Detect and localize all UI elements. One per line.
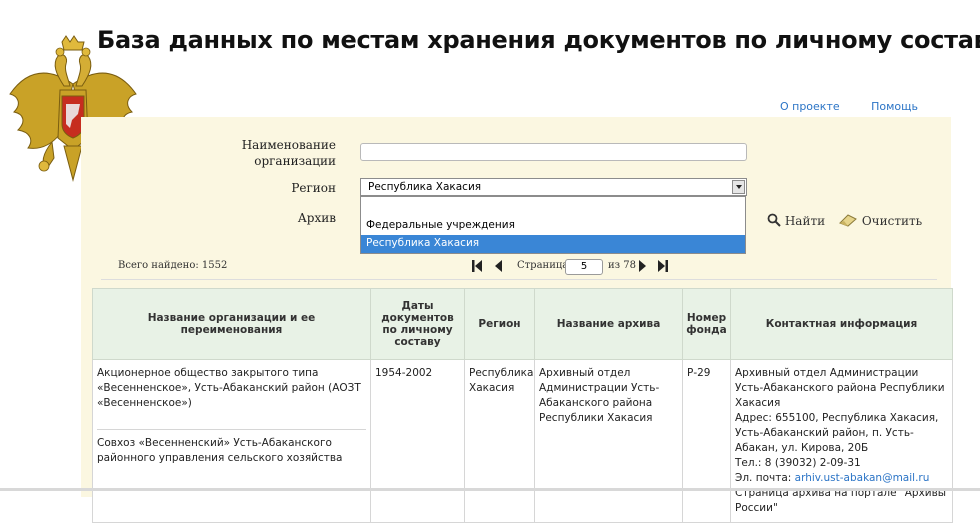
- cell-org: Акционерное общество закрытого типа «Вес…: [92, 359, 371, 523]
- last-page-icon[interactable]: [658, 260, 668, 272]
- cell-contacts: Архивный отдел Администрации Усть-Абакан…: [730, 359, 953, 523]
- search-icon: [767, 213, 781, 227]
- prev-page-icon[interactable]: [494, 260, 504, 272]
- contact-email-line: Эл. почта: arhiv.ust-abakan@mail.ru: [735, 471, 948, 486]
- contact-archive: Архивный отдел Администрации Усть-Абакан…: [735, 367, 945, 409]
- col-fond: Номер фонда: [682, 288, 731, 360]
- region-option-federal[interactable]: Федеральные учреждения: [361, 217, 745, 235]
- contact-email-label: Эл. почта:: [735, 472, 795, 484]
- found-count: Всего найдено: 1552: [118, 260, 228, 271]
- region-dropdown: Федеральные учреждения Республика Хакаси…: [360, 196, 746, 254]
- contact-phone: Тел.: 8 (39032) 2-09-31: [735, 457, 861, 469]
- next-page-icon[interactable]: [637, 260, 647, 272]
- region-label: Регион: [291, 181, 336, 195]
- archive-label: Архив: [297, 211, 336, 225]
- org-label: Наименование организации: [241, 138, 336, 168]
- col-org-name: Название организации и ее переименования: [92, 288, 371, 360]
- help-link[interactable]: Помощь: [871, 100, 918, 113]
- cell-fond: Р-29: [682, 359, 731, 523]
- page-total: из 78: [608, 260, 637, 271]
- eraser-icon: [839, 214, 857, 227]
- region-select[interactable]: Республика Хакасия: [360, 178, 747, 196]
- col-contacts: Контактная информация: [730, 288, 953, 360]
- org-former-name: Совхоз «Весенненский» Усть-Абаканского р…: [97, 429, 366, 466]
- cell-archive: Архивный отдел Администрации Усть-Абакан…: [534, 359, 683, 523]
- col-dates: Даты документов по личному составу: [370, 288, 465, 360]
- about-link[interactable]: О проекте: [780, 100, 840, 113]
- clear-button[interactable]: Очистить: [838, 213, 922, 228]
- cell-dates: 1954-2002: [370, 359, 465, 523]
- divider: [101, 279, 937, 280]
- first-page-icon[interactable]: [472, 260, 482, 272]
- find-button-label: Найти: [784, 214, 826, 228]
- org-name: Акционерное общество закрытого типа «Вес…: [97, 367, 361, 409]
- clear-button-label: Очистить: [861, 214, 923, 228]
- page-label: Страница: [517, 260, 569, 271]
- find-button[interactable]: Найти: [767, 213, 825, 228]
- page-number-input[interactable]: 5: [565, 259, 603, 275]
- cell-region: Республика Хакасия: [464, 359, 535, 523]
- region-option-empty[interactable]: [361, 199, 745, 217]
- table-header-row: Название организации и ее переименования…: [92, 288, 953, 360]
- contact-email-link[interactable]: arhiv.ust-abakan@mail.ru: [795, 472, 930, 484]
- contact-address: Адрес: 655100, Республика Хакасия, Усть-…: [735, 412, 939, 454]
- top-links: О проекте Помощь: [752, 100, 918, 113]
- region-select-value: Республика Хакасия: [368, 181, 482, 193]
- chevron-down-icon[interactable]: [732, 180, 745, 194]
- col-region: Регион: [464, 288, 535, 360]
- org-name-input[interactable]: [360, 143, 747, 161]
- region-option-khakassia[interactable]: Республика Хакасия: [361, 235, 745, 253]
- page-title: База данных по местам хранения документо…: [97, 26, 980, 54]
- col-archive: Название архива: [534, 288, 683, 360]
- table-row: Акционерное общество закрытого типа «Вес…: [92, 359, 953, 523]
